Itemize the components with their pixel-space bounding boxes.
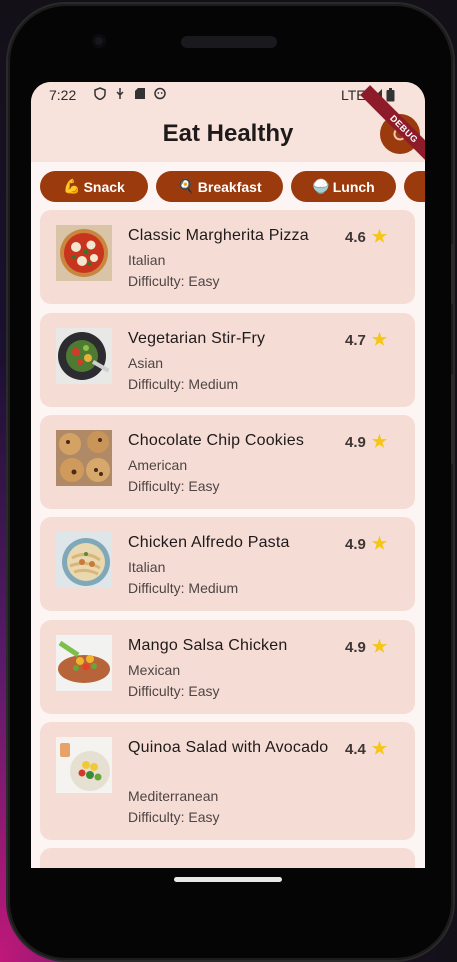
rating-value: 4.6 [345,228,366,246]
filter-chip-snack[interactable]: 💪 Snack [40,171,148,202]
chip-label: Breakfast [197,178,262,195]
rating-value: 4.9 [345,535,366,553]
face-icon [154,87,166,100]
chip-emoji: 🍳 [177,178,195,194]
recipe-card[interactable]: Chocolate Chip Cookies American Difficul… [40,415,415,509]
power-button [451,374,455,464]
volume-button [451,244,455,304]
recipe-list: Classic Margherita Pizza Italian Difficu… [31,210,425,868]
notification-icons [94,87,166,100]
recipe-image [56,328,112,384]
star-icon: ★ [371,432,388,451]
chip-label: Lunch [332,178,375,195]
home-indicator[interactable] [174,877,282,882]
recipe-card[interactable] [40,848,415,868]
star-icon: ★ [371,330,388,349]
filter-chip-lunch[interactable]: 🍚 Lunch [291,171,396,202]
rating-value: 4.7 [345,331,366,349]
recipe-cuisine: Italian [128,559,166,575]
shield-icon [94,87,106,100]
recipe-card[interactable]: Mango Salsa Chicken Mexican Difficulty: … [40,620,415,714]
recipe-image [56,532,112,588]
recipe-difficulty: Difficulty: Easy [128,809,220,825]
recipe-rating: 4.9 ★ [345,432,387,452]
rating-value: 4.9 [345,433,366,451]
recipe-cuisine: Mediterranean [128,788,219,804]
recipe-name: Classic Margherita Pizza [128,227,309,244]
recipe-card[interactable]: Classic Margherita Pizza Italian Difficu… [40,210,415,304]
earpiece-speaker [181,36,277,48]
filter-chip-more[interactable] [404,171,425,202]
chip-label: Snack [83,178,125,195]
recipe-cuisine: Asian [128,355,164,371]
recipe-rating: 4.9 ★ [345,637,387,657]
recipe-image [56,635,112,691]
category-filter-bar: 💪 Snack 🍳 Breakfast 🍚 Lunch [31,171,425,203]
chip-emoji: 🍚 [312,178,330,194]
recipe-card[interactable]: Vegetarian Stir-Fry Asian Difficulty: Me… [40,313,415,407]
recipe-name: Quinoa Salad with Avocado [128,739,329,756]
recipe-image [56,737,112,793]
rating-value: 4.9 [345,638,366,656]
recipe-difficulty: Difficulty: Easy [128,478,220,494]
rating-value: 4.4 [345,740,366,758]
recipe-rating: 4.6 ★ [345,227,387,247]
recipe-name: Mango Salsa Chicken [128,637,288,654]
filter-chip-breakfast[interactable]: 🍳 Breakfast [156,171,283,202]
battery-icon [386,88,395,102]
recipe-difficulty: Difficulty: Easy [128,273,220,289]
star-icon: ★ [371,739,388,758]
recipe-image [56,430,112,486]
recipe-name: Vegetarian Stir-Fry [128,330,266,347]
recipe-difficulty: Difficulty: Medium [128,376,239,392]
sd-card-icon [135,88,145,99]
chip-emoji: 💪 [63,178,81,194]
recipe-rating: 4.7 ★ [345,330,387,350]
status-time: 7:22 [49,87,77,103]
app-bar: Eat Healthy DEBUG [31,85,425,173]
recipe-difficulty: Difficulty: Easy [128,683,220,699]
star-icon: ★ [371,637,388,656]
recipe-cuisine: American [128,457,188,473]
recipe-card[interactable]: Chicken Alfredo Pasta Italian Difficulty… [40,517,415,611]
recipe-cuisine: Mexican [128,662,181,678]
recipe-name: Chocolate Chip Cookies [128,432,305,449]
recipe-rating: 4.9 ★ [345,534,387,554]
recipe-cuisine: Italian [128,252,166,268]
star-icon: ★ [371,227,388,246]
usb-icon [116,88,124,99]
recipe-card[interactable]: Quinoa Salad with Avocado Mediterranean … [40,722,415,840]
recipe-name: Chicken Alfredo Pasta [128,534,290,551]
app-screen: 7:22 LTE Eat Healthy DEBUG 💪 Snack 🍳 Bre… [31,82,425,868]
star-icon: ★ [371,534,388,553]
recipe-rating: 4.4 ★ [345,739,387,759]
front-camera [92,34,106,48]
page-title: Eat Healthy [162,120,294,147]
recipe-image [56,225,112,281]
recipe-difficulty: Difficulty: Medium [128,580,239,596]
